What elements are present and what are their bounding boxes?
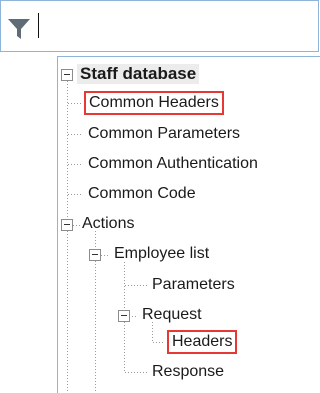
employee-list-collapse-toggle[interactable] (89, 249, 101, 261)
tree-node-staff-database[interactable]: Staff database (77, 64, 200, 84)
tree-node-request[interactable]: Request (142, 305, 202, 325)
tree-node-common-code[interactable]: Common Code (88, 184, 196, 204)
tree-node-common-headers[interactable]: Common Headers (84, 91, 224, 115)
tree-node-employee-list[interactable]: Employee list (114, 244, 209, 264)
tree-node-response[interactable]: Response (152, 362, 224, 382)
tree-node-actions[interactable]: Actions (82, 214, 134, 234)
filter-bar (0, 0, 319, 52)
tree-node-parameters[interactable]: Parameters (152, 275, 235, 295)
text-caret (38, 13, 39, 38)
filter-icon[interactable] (7, 16, 31, 40)
tree-node-common-authentication[interactable]: Common Authentication (88, 154, 258, 174)
tree-node-headers[interactable]: Headers (167, 330, 238, 354)
tree-view[interactable]: Staff database Common Headers Common Par… (57, 56, 320, 393)
root-collapse-toggle[interactable] (61, 69, 73, 81)
filter-input[interactable] (33, 11, 303, 43)
request-collapse-toggle[interactable] (118, 310, 130, 322)
tree-node-common-parameters[interactable]: Common Parameters (88, 124, 240, 144)
actions-collapse-toggle[interactable] (61, 219, 73, 231)
